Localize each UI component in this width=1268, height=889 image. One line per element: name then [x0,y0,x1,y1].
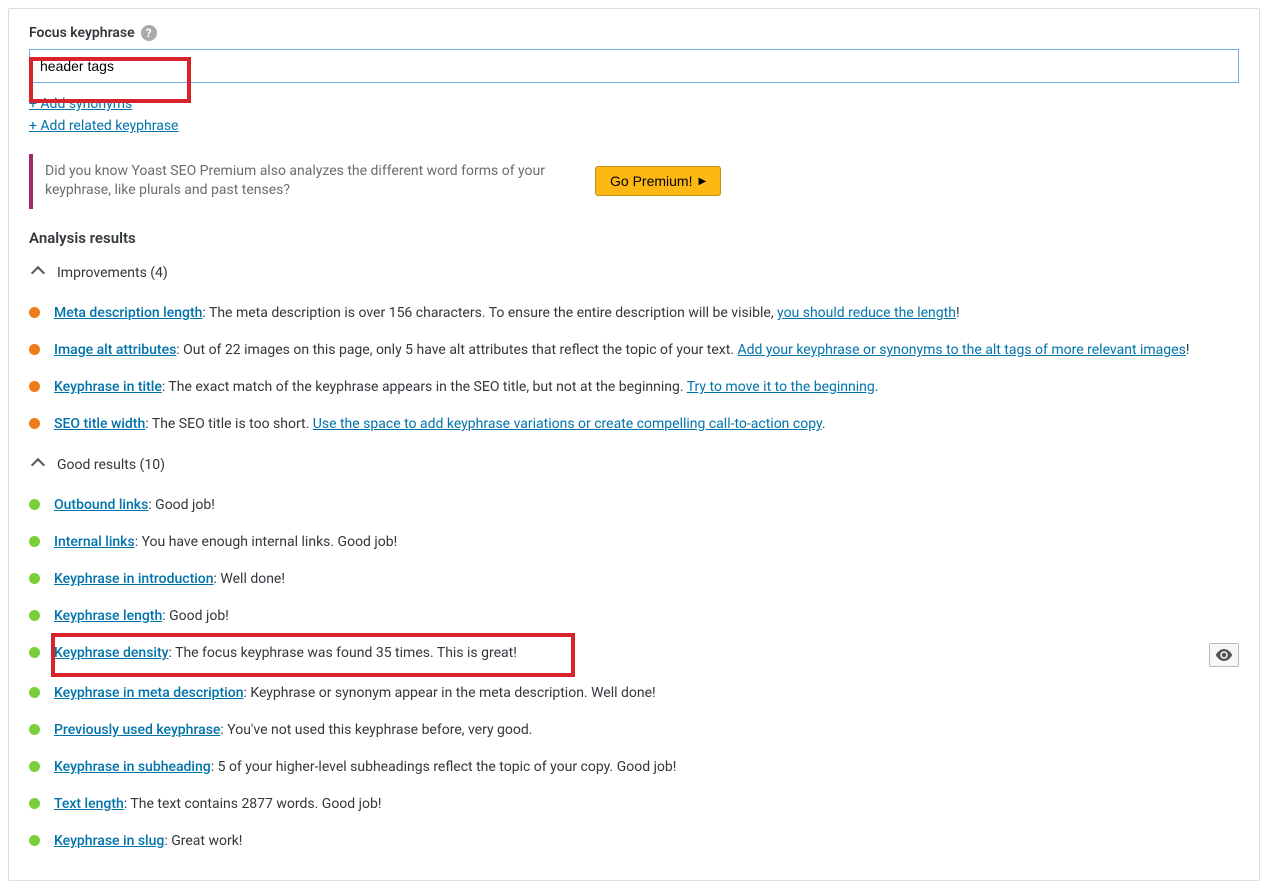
list-item: Keyphrase length: Good job! [29,598,1239,635]
status-bullet-icon [29,835,40,846]
result-text: Keyphrase density: The focus keyphrase w… [54,643,1195,664]
list-item: Image alt attributes: Out of 22 images o… [29,332,1239,369]
list-item: Previously used keyphrase: You've not us… [29,712,1239,749]
status-bullet-icon [29,344,40,355]
list-item: Meta description length: The meta descri… [29,295,1239,332]
result-text: Text length: The text contains 2877 word… [54,794,1239,815]
list-item: Keyphrase in title: The exact match of t… [29,369,1239,406]
result-text: Keyphrase in meta description: Keyphrase… [54,683,1239,704]
result-text: Image alt attributes: Out of 22 images o… [54,340,1239,361]
result-topic-link[interactable]: SEO title width [54,416,145,432]
list-item: Keyphrase in slug: Great work! [29,823,1239,860]
focus-label: Focus keyphrase [29,25,135,41]
focus-keyphrase-area: Focus keyphrase ? [29,25,1239,83]
result-text: Keyphrase in title: The exact match of t… [54,377,1239,398]
result-action-link[interactable]: Try to move it to the beginning [687,379,875,395]
mark-highlight-button[interactable] [1209,643,1239,667]
list-item: Outbound links: Good job! [29,487,1239,524]
chevron-up-icon [31,458,45,472]
status-bullet-icon [29,499,40,510]
status-bullet-icon [29,761,40,772]
result-text: Meta description length: The meta descri… [54,303,1239,324]
status-bullet-icon [29,798,40,809]
improvements-heading: Improvements (4) [57,265,168,281]
status-bullet-icon [29,418,40,429]
go-premium-label: Go Premium! [610,173,692,189]
upsell-text: Did you know Yoast SEO Premium also anal… [45,162,565,201]
seo-analysis-panel: Focus keyphrase ? + Add synonyms + Add r… [8,8,1260,881]
result-topic-link[interactable]: Image alt attributes [54,342,176,358]
add-links: + Add synonyms + Add related keyphrase [29,93,1239,138]
good-results-toggle[interactable]: Good results (10) [29,457,1239,473]
premium-upsell: Did you know Yoast SEO Premium also anal… [29,154,1239,209]
result-action-link[interactable]: Use the space to add keyphrase variation… [313,416,822,432]
status-bullet-icon [29,573,40,584]
list-item: Keyphrase in subheading: 5 of your highe… [29,749,1239,786]
list-item: Keyphrase in introduction: Well done! [29,561,1239,598]
result-topic-link[interactable]: Meta description length [54,305,202,321]
result-text: SEO title width: The SEO title is too sh… [54,414,1239,435]
improvements-list: Meta description length: The meta descri… [29,295,1239,443]
focus-keyphrase-input[interactable] [29,49,1239,83]
good-results-heading: Good results (10) [57,457,165,473]
status-bullet-icon [29,536,40,547]
status-bullet-icon [29,307,40,318]
result-text: Keyphrase in subheading: 5 of your highe… [54,757,1239,778]
result-topic-link[interactable]: Text length [54,796,124,812]
add-related-link[interactable]: + Add related keyphrase [29,115,1239,137]
result-topic-link[interactable]: Keyphrase in subheading [54,759,211,775]
result-text: Outbound links: Good job! [54,495,1239,516]
result-topic-link[interactable]: Keyphrase in meta description [54,685,244,701]
result-topic-link[interactable]: Previously used keyphrase [54,722,220,738]
result-text: Keyphrase in introduction: Well done! [54,569,1239,590]
list-item: SEO title width: The SEO title is too sh… [29,406,1239,443]
list-item: Text length: The text contains 2877 word… [29,786,1239,823]
result-topic-link[interactable]: Keyphrase in slug [54,833,164,849]
result-topic-link[interactable]: Outbound links [54,497,148,513]
status-bullet-icon [29,610,40,621]
result-topic-link[interactable]: Keyphrase density [54,645,169,661]
result-text: Keyphrase in slug: Great work! [54,831,1239,852]
add-synonyms-link[interactable]: + Add synonyms [29,93,1239,115]
focus-label-row: Focus keyphrase ? [29,25,1239,41]
status-bullet-icon [29,647,40,658]
good-results-list: Outbound links: Good job! Internal links:… [29,487,1239,860]
eye-icon [1215,649,1233,661]
status-bullet-icon [29,687,40,698]
result-text: Keyphrase length: Good job! [54,606,1239,627]
result-topic-link[interactable]: Keyphrase in title [54,379,162,395]
improvements-toggle[interactable]: Improvements (4) [29,265,1239,281]
result-topic-link[interactable]: Keyphrase length [54,608,162,624]
result-topic-link[interactable]: Keyphrase in introduction [54,571,214,587]
result-topic-link[interactable]: Internal links [54,534,135,550]
result-text: Previously used keyphrase: You've not us… [54,720,1239,741]
analysis-results-heading: Analysis results [29,229,1239,247]
result-action-link[interactable]: you should reduce the length [777,305,956,321]
chevron-up-icon [31,266,45,280]
list-item: Keyphrase in meta description: Keyphrase… [29,675,1239,712]
list-item: Keyphrase density: The focus keyphrase w… [29,635,1239,675]
status-bullet-icon [29,381,40,392]
list-item: Internal links: You have enough internal… [29,524,1239,561]
result-action-link[interactable]: Add your keyphrase or synonyms to the al… [738,342,1186,358]
play-icon: ▶ [698,176,706,187]
help-icon[interactable]: ? [141,25,157,41]
status-bullet-icon [29,724,40,735]
go-premium-button[interactable]: Go Premium! ▶ [595,166,721,196]
result-text: Internal links: You have enough internal… [54,532,1239,553]
